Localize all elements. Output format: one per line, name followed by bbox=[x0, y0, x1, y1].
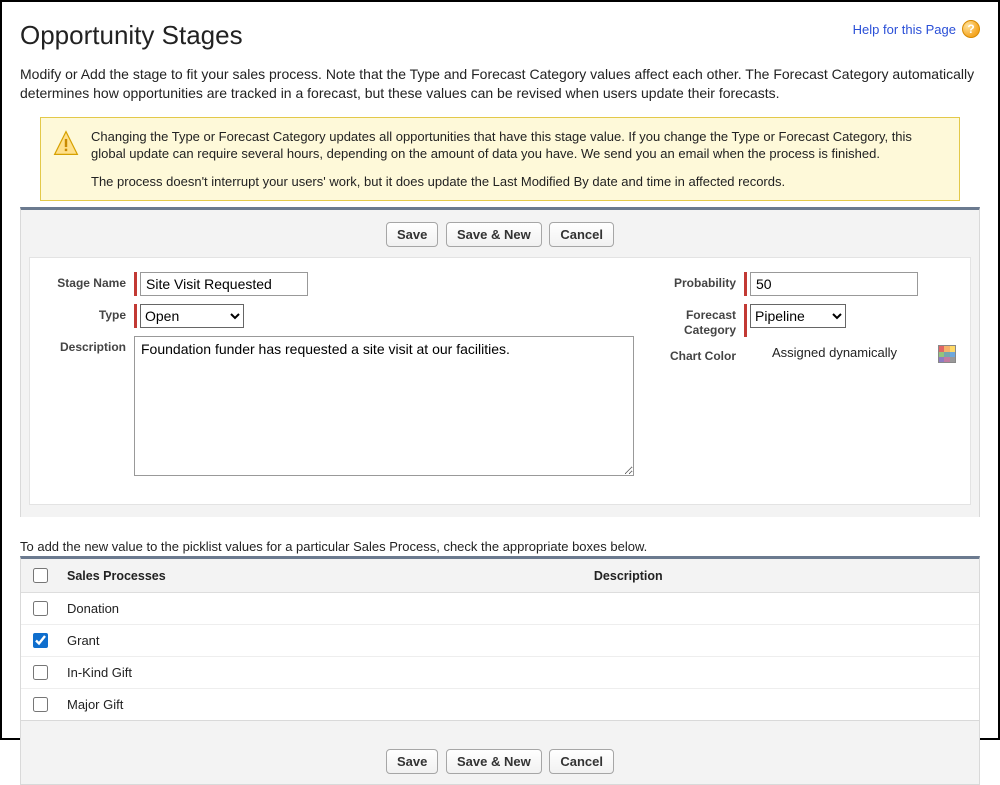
row-checkbox-in-kind-gift[interactable] bbox=[33, 665, 48, 680]
intro-text: Modify or Add the stage to fit your sale… bbox=[20, 65, 980, 103]
table-row: Major Gift bbox=[21, 689, 979, 721]
type-label: Type bbox=[44, 304, 134, 322]
form-panel: Save Save & New Cancel Stage Name Type bbox=[20, 207, 980, 517]
page-title: Opportunity Stages bbox=[20, 20, 243, 51]
chart-color-value: Assigned dynamically bbox=[744, 345, 938, 360]
description-label: Description bbox=[44, 336, 134, 354]
info-box: Changing the Type or Forecast Category u… bbox=[40, 117, 960, 202]
table-row: Donation bbox=[21, 593, 979, 625]
row-checkbox-grant[interactable] bbox=[33, 633, 48, 648]
row-checkbox-major-gift[interactable] bbox=[33, 697, 48, 712]
forecast-category-label: Forecast Category bbox=[654, 304, 744, 337]
row-checkbox-donation[interactable] bbox=[33, 601, 48, 616]
required-bar bbox=[134, 304, 137, 328]
probability-input[interactable] bbox=[750, 272, 918, 296]
column-sales-processes: Sales Processes bbox=[59, 559, 586, 593]
save-and-new-button[interactable]: Save & New bbox=[446, 222, 542, 247]
save-button-bottom[interactable]: Save bbox=[386, 749, 438, 774]
cancel-button[interactable]: Cancel bbox=[549, 222, 614, 247]
type-select[interactable]: Open bbox=[140, 304, 244, 328]
chart-color-label: Chart Color bbox=[654, 345, 744, 363]
row-desc bbox=[586, 593, 979, 625]
row-name: Major Gift bbox=[59, 689, 586, 721]
row-name: Donation bbox=[59, 593, 586, 625]
cancel-button-bottom[interactable]: Cancel bbox=[549, 749, 614, 774]
description-textarea[interactable] bbox=[134, 336, 634, 476]
row-name: Grant bbox=[59, 625, 586, 657]
picklist-caption: To add the new value to the picklist val… bbox=[20, 539, 980, 554]
required-bar bbox=[744, 304, 747, 337]
row-name: In-Kind Gift bbox=[59, 657, 586, 689]
button-row-top: Save Save & New Cancel bbox=[29, 218, 971, 257]
info-paragraph-1: Changing the Type or Forecast Category u… bbox=[91, 128, 947, 163]
help-label: Help for this Page bbox=[853, 22, 956, 37]
info-paragraph-2: The process doesn't interrupt your users… bbox=[91, 173, 947, 191]
column-description: Description bbox=[586, 559, 979, 593]
row-desc bbox=[586, 625, 979, 657]
required-bar bbox=[134, 272, 137, 296]
help-icon: ? bbox=[962, 20, 980, 38]
warning-icon bbox=[53, 130, 79, 156]
stage-name-input[interactable] bbox=[140, 272, 308, 296]
select-all-checkbox[interactable] bbox=[33, 568, 48, 583]
table-row: In-Kind Gift bbox=[21, 657, 979, 689]
required-bar bbox=[744, 272, 747, 296]
color-picker-icon[interactable] bbox=[938, 345, 956, 363]
save-button[interactable]: Save bbox=[386, 222, 438, 247]
table-row: Grant bbox=[21, 625, 979, 657]
button-row-bottom: Save Save & New Cancel bbox=[20, 721, 980, 785]
probability-label: Probability bbox=[654, 272, 744, 290]
row-desc bbox=[586, 689, 979, 721]
picklist-panel: Sales Processes Description Donation Gra… bbox=[20, 556, 980, 721]
forecast-category-select[interactable]: Pipeline bbox=[750, 304, 846, 328]
row-desc bbox=[586, 657, 979, 689]
stage-name-label: Stage Name bbox=[44, 272, 134, 290]
save-and-new-button-bottom[interactable]: Save & New bbox=[446, 749, 542, 774]
help-for-page-link[interactable]: Help for this Page ? bbox=[853, 20, 980, 38]
